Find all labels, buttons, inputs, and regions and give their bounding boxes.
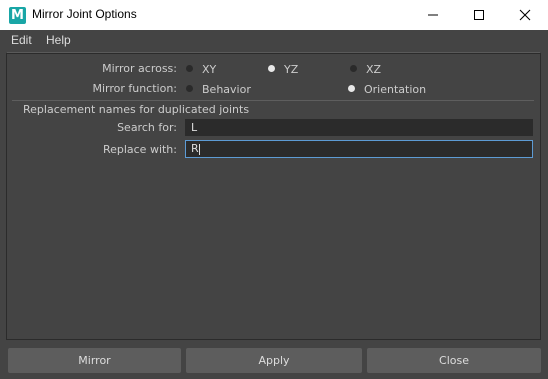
mirror-across-label: Mirror across: (102, 62, 177, 75)
menu-help[interactable]: Help (46, 33, 71, 47)
close-icon (519, 9, 531, 21)
title-bar: M Mirror Joint Options (0, 0, 548, 30)
mirror-function-label: Mirror function: (92, 82, 177, 95)
radio-xz[interactable] (350, 65, 357, 72)
close-window-button[interactable] (502, 0, 548, 30)
radio-yz[interactable] (268, 65, 275, 72)
maximize-button[interactable] (456, 0, 502, 30)
section-divider (12, 100, 534, 101)
replace-with-value: R (191, 142, 199, 155)
replace-with-label: Replace with: (102, 143, 177, 156)
menu-bar: Edit Help (0, 30, 548, 51)
search-for-field[interactable]: L (185, 119, 533, 136)
menu-edit[interactable]: Edit (11, 33, 32, 47)
search-for-value: L (191, 121, 198, 134)
maya-app-icon: M (9, 7, 26, 24)
minimize-icon (428, 14, 438, 16)
radio-xy[interactable] (186, 65, 193, 72)
radio-behavior[interactable] (186, 85, 193, 92)
apply-button[interactable]: Apply (186, 348, 362, 373)
replace-with-field[interactable]: R (185, 140, 533, 158)
maximize-icon (474, 10, 484, 20)
mirror-button[interactable]: Mirror (8, 348, 181, 373)
minimize-button[interactable] (410, 0, 456, 30)
radio-orientation-label[interactable]: Orientation (364, 83, 426, 96)
replacement-section-title: Replacement names for duplicated joints (23, 103, 250, 116)
close-button[interactable]: Close (367, 348, 541, 373)
options-panel (6, 53, 541, 340)
radio-behavior-label[interactable]: Behavior (202, 83, 251, 96)
radio-orientation[interactable] (348, 85, 355, 92)
radio-xy-label[interactable]: XY (202, 63, 216, 76)
window-title: Mirror Joint Options (32, 7, 137, 21)
search-for-label: Search for: (117, 121, 177, 134)
radio-yz-label[interactable]: YZ (284, 63, 298, 76)
text-cursor (198, 143, 200, 155)
radio-xz-label[interactable]: XZ (366, 63, 381, 76)
